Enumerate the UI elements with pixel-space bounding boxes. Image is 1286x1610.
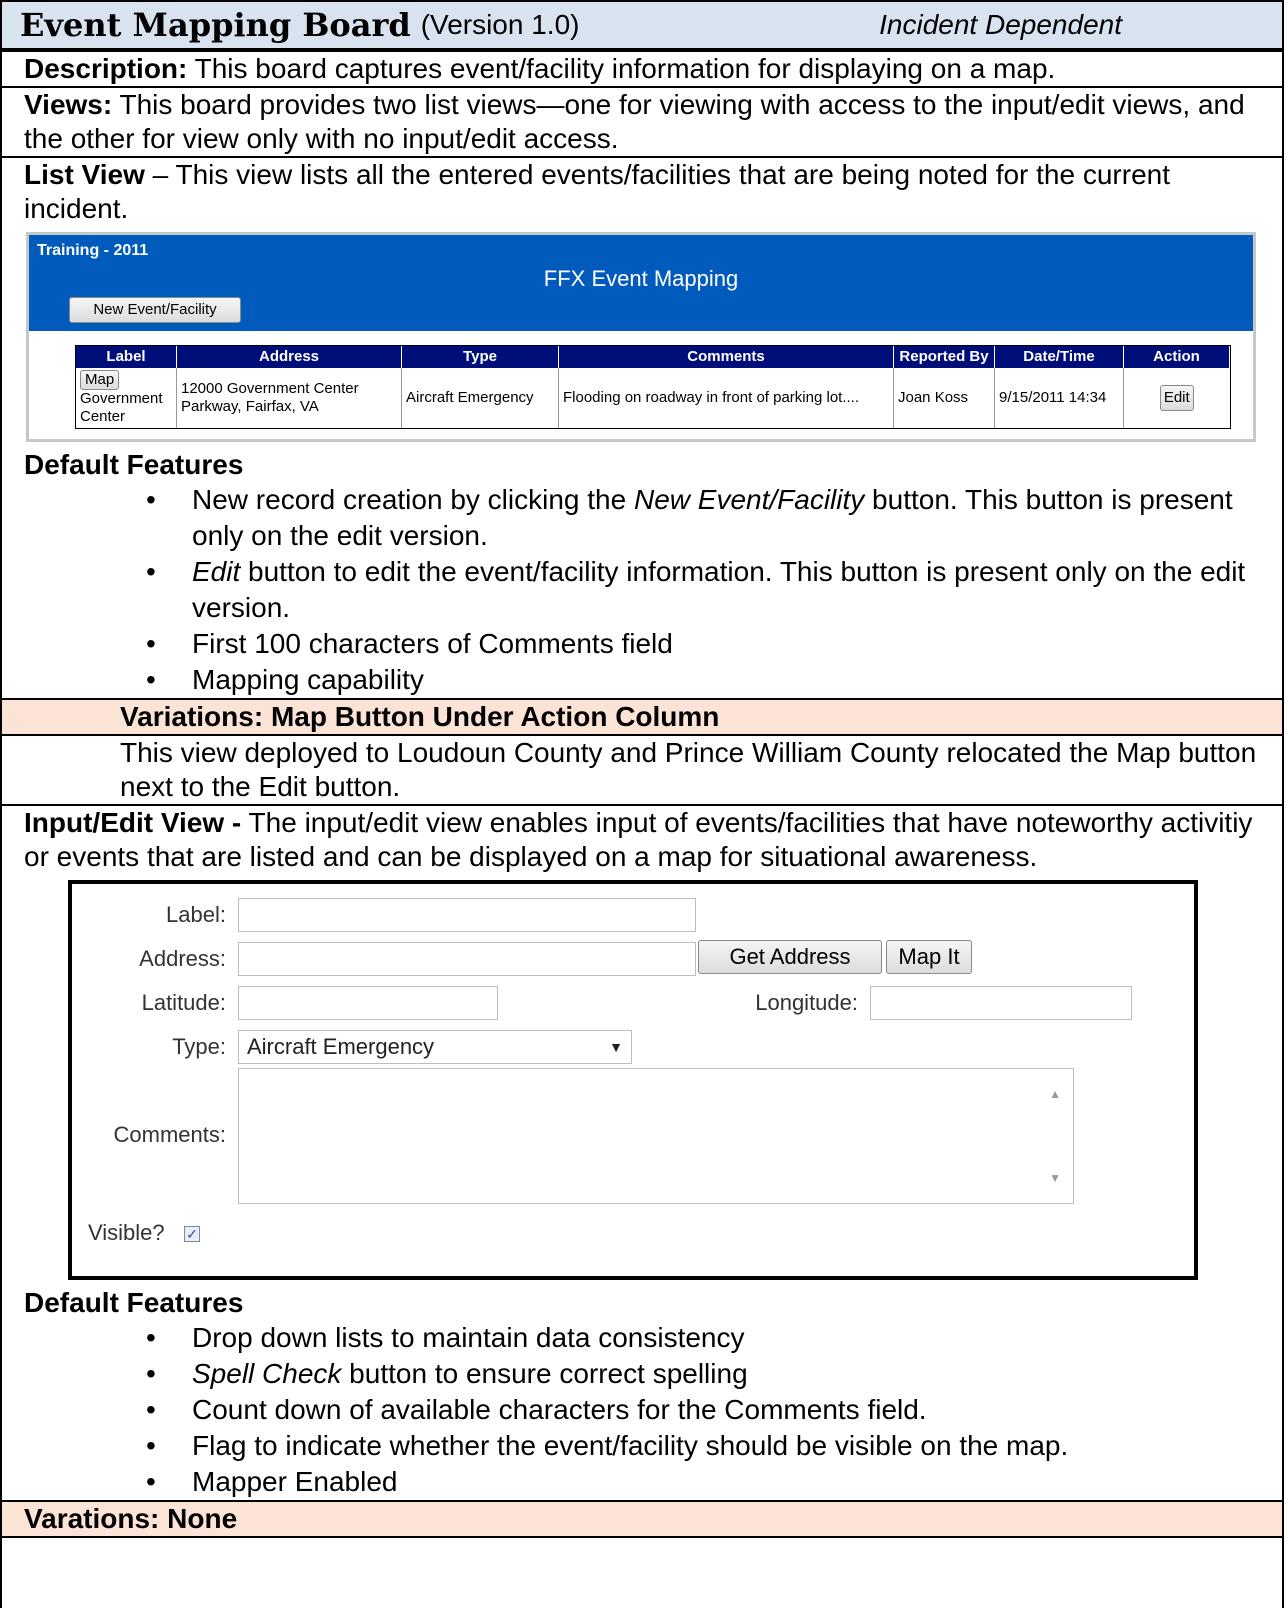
cell-datetime: 9/15/2011 14:34 — [994, 368, 1124, 428]
list-item: Mapper Enabled — [146, 1464, 1278, 1500]
board-title-bar: Event Mapping Board (Version 1.0) Incide… — [2, 0, 1282, 52]
variation2-heading: Varations: None — [2, 1502, 1282, 1538]
cell-label: Map Government Center — [76, 368, 177, 428]
address-field-label: Address: — [139, 946, 226, 971]
label-input[interactable] — [238, 898, 696, 932]
comments-textarea[interactable]: ▲ ▼ — [238, 1068, 1074, 1204]
label-field-label: Label: — [166, 902, 226, 927]
type-select-value: Aircraft Emergency — [247, 1034, 435, 1059]
events-table: Label Address Type Comments Reported By … — [75, 345, 1231, 429]
chevron-down-icon: ▼ — [609, 1039, 623, 1055]
cell-address: 12000 Government Center Parkway, Fairfax… — [176, 368, 402, 428]
input-features-heading: Default Features — [24, 1287, 244, 1318]
variation1-heading: Variations: Map Button Under Action Colu… — [2, 700, 1282, 736]
description-label: Description: — [24, 53, 188, 84]
cell-type: Aircraft Emergency — [401, 368, 559, 428]
list-item: First 100 characters of Comments field — [146, 626, 1278, 662]
list-view-section: List View – This view lists all the ente… — [2, 158, 1282, 700]
board-version: (Version 1.0) — [420, 9, 580, 40]
address-input[interactable] — [238, 942, 696, 976]
views-section: Views: This board provides two list view… — [2, 88, 1282, 158]
map-it-button[interactable]: Map It — [886, 940, 972, 974]
variation1-text: This view deployed to Loudoun County and… — [2, 736, 1282, 806]
org-name: Training - 2011 — [37, 242, 149, 259]
col-comments: Comments — [558, 346, 894, 368]
col-action: Action — [1123, 346, 1230, 368]
new-event-button[interactable]: New Event/Facility — [69, 297, 241, 323]
col-datetime: Date/Time — [994, 346, 1124, 368]
list-view-text: – This view lists all the entered events… — [24, 159, 1171, 224]
list-features: New record creation by clicking the New … — [24, 482, 1278, 698]
list-view-screenshot: Training - 2011 FFX Event Mapping New Ev… — [26, 232, 1256, 442]
row-label: Government Center — [80, 390, 163, 425]
latitude-input[interactable] — [238, 986, 498, 1020]
description-section: Description: This board captures event/f… — [2, 52, 1282, 88]
list-item: Flag to indicate whether the event/facil… — [146, 1428, 1278, 1464]
input-view-screenshot: Label: Address: Get Address Map It Latit… — [68, 880, 1198, 1280]
board-title: Event Mapping Board — [20, 6, 411, 44]
list-item: Drop down lists to maintain data consist… — [146, 1320, 1278, 1356]
cell-comments: Flooding on roadway in front of parking … — [558, 368, 894, 428]
visible-field-label: Visible? — [88, 1220, 165, 1245]
list-item: New record creation by clicking the New … — [146, 482, 1278, 554]
document: Event Mapping Board (Version 1.0) Incide… — [0, 0, 1284, 1608]
col-address: Address — [176, 346, 402, 368]
app-title: FFX Event Mapping — [543, 266, 739, 291]
scroll-down-icon[interactable]: ▼ — [1049, 1161, 1061, 1195]
list-view-label: List View — [24, 159, 145, 190]
input-view-section: Input/Edit View - The input/edit view en… — [2, 806, 1282, 1502]
scroll-up-icon[interactable]: ▲ — [1049, 1077, 1061, 1111]
input-view-label: Input/Edit View - — [24, 807, 242, 838]
visible-checkbox[interactable]: ✓ — [184, 1226, 200, 1242]
board-scope: Incident Dependent — [879, 9, 1122, 40]
cell-reported-by: Joan Koss — [893, 368, 995, 428]
views-label: Views: — [24, 89, 113, 120]
get-address-button[interactable]: Get Address — [698, 940, 882, 974]
views-text: This board provides two list views—one f… — [24, 89, 1245, 154]
description-text: This board captures event/facility infor… — [187, 53, 1056, 84]
list-item: Mapping capability — [146, 662, 1278, 698]
edit-button[interactable]: Edit — [1159, 385, 1194, 411]
app-header: Training - 2011 FFX Event Mapping New Ev… — [29, 235, 1253, 331]
col-label: Label — [76, 346, 177, 368]
type-field-label: Type: — [172, 1034, 226, 1059]
type-select[interactable]: Aircraft Emergency ▼ — [238, 1030, 632, 1064]
list-features-heading: Default Features — [24, 449, 244, 480]
longitude-field-label: Longitude: — [755, 990, 858, 1015]
latitude-field-label: Latitude: — [141, 990, 226, 1015]
cell-action: Edit — [1124, 368, 1230, 428]
longitude-input[interactable] — [870, 986, 1132, 1020]
input-features: Drop down lists to maintain data consist… — [24, 1320, 1278, 1500]
list-item: Count down of available characters for t… — [146, 1392, 1278, 1428]
comments-field-label: Comments: — [113, 1122, 226, 1147]
table-row: Map Government Center 12000 Government C… — [76, 368, 1230, 428]
col-type: Type — [401, 346, 559, 368]
list-item: Edit button to edit the event/facility i… — [146, 554, 1278, 626]
table-header-row: Label Address Type Comments Reported By … — [76, 346, 1230, 368]
col-reported-by: Reported By — [893, 346, 995, 368]
list-item: Spell Check button to ensure correct spe… — [146, 1356, 1278, 1392]
map-button[interactable]: Map — [80, 370, 120, 390]
